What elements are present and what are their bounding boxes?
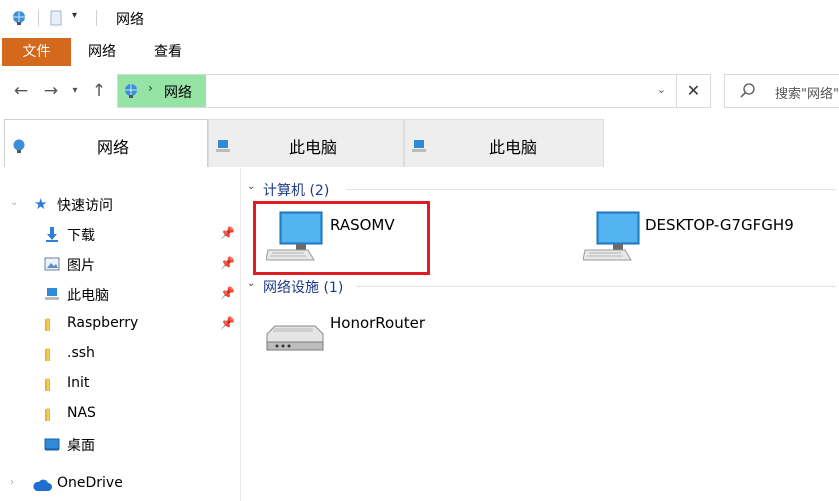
sidebar-item-ssh[interactable]: .ssh [0,340,240,368]
location-tabs: 网络 此电脑 此电脑 [0,116,839,169]
sidebar-item-init[interactable]: Init [0,370,240,398]
sidebar-item-this-pc[interactable]: 此电脑 📌 [0,280,240,308]
folder-icon [44,316,60,336]
address-bar[interactable]: › 网络 ⌄ [117,74,677,108]
sidebar-item-label: Init [67,375,90,391]
sidebar-item-raspberry[interactable]: Raspberry 📌 [0,310,240,338]
computer-icon [215,138,231,158]
sidebar-item-downloads[interactable]: 下载 📌 [0,220,240,248]
pin-icon[interactable]: 📌 [220,286,235,300]
tab-this-pc[interactable]: 此电脑 [208,119,404,167]
group-header-devices[interactable]: 网络设施 (1) [263,277,343,297]
sidebar-item-label: 快速访问 [57,198,113,214]
divider [356,286,836,287]
network-breadcrumb-icon [122,82,140,104]
highlight-box [253,201,430,275]
folder-icon [44,406,60,426]
search-input[interactable]: 搜索"网络" [724,74,839,108]
network-app-icon [10,9,28,31]
cloud-icon [32,477,52,496]
sidebar-item-label: 桌面 [67,438,95,454]
pin-icon[interactable]: 📌 [220,256,235,270]
folder-icon [44,376,60,396]
pin-icon[interactable]: 📌 [220,316,235,330]
sidebar-item-label: OneDrive [57,475,123,491]
chevron-down-icon[interactable]: ⌄ [247,278,255,289]
chevron-down-icon[interactable]: ⌄ [10,197,18,208]
pictures-icon [44,256,60,276]
sidebar-item-label: 图片 [67,258,95,274]
computer-icon [44,286,60,306]
sidebar-item-label: 此电脑 [67,288,109,304]
star-icon: ★ [34,195,48,213]
sidebar-item-pictures[interactable]: 图片 📌 [0,250,240,278]
window-title: 网络 [116,12,144,28]
recent-locations-chevron-icon[interactable]: ▾ [64,80,86,102]
title-bar: ▾ 网络 [0,0,839,36]
ribbon-tab-file[interactable]: 文件 [2,38,71,66]
device-item-honorrouter[interactable]: HonorRouter [263,308,463,368]
computer-icon [582,210,641,270]
breadcrumb-separator-icon[interactable]: › [148,81,153,95]
address-dropdown-chevron-icon[interactable]: ⌄ [657,83,666,96]
chevron-right-icon[interactable]: › [10,477,14,488]
up-arrow-icon[interactable]: ↑ [88,80,110,102]
device-name: HonorRouter [330,314,426,332]
network-icon [11,138,27,158]
customize-toolbar-chevron-icon[interactable]: ▾ [72,10,77,21]
computer-icon [411,138,427,158]
folder-icon [44,346,60,366]
quick-access-toolbar-icon[interactable] [50,10,62,30]
search-icon [739,82,757,104]
chevron-down-icon[interactable]: ⌄ [247,181,255,192]
computer-item-desktop[interactable]: DESKTOP-G7GFGH9 [582,208,813,278]
sidebar-item-desktop[interactable]: 桌面 [0,430,240,458]
tab-network-label: 网络 [97,138,130,157]
close-icon[interactable]: ✕ [677,74,711,108]
navigation-pane: ⌄ ★ 快速访问 下载 📌 图片 📌 此电脑 📌 Raspberry 📌 .ss… [0,168,241,501]
download-arrow-icon [44,226,60,246]
tab-this-pc-label: 此电脑 [289,138,338,157]
computer-name: DESKTOP-G7GFGH9 [645,216,794,234]
sidebar-item-label: .ssh [67,345,95,361]
ribbon-tab-network[interactable]: 网络 [80,38,124,66]
sidebar-item-label: 下载 [67,228,95,244]
tab-network[interactable]: 网络 [4,119,208,167]
pin-icon[interactable]: 📌 [220,226,235,240]
ribbon: 文件 网络 查看 [0,36,839,69]
desktop-icon [44,436,60,456]
sidebar-item-onedrive[interactable]: › OneDrive [0,470,240,498]
forward-arrow-icon[interactable]: → [40,80,62,102]
sidebar-item-quick-access[interactable]: ⌄ ★ 快速访问 [0,190,240,218]
address-breadcrumb-label[interactable]: 网络 [164,82,192,102]
tab-this-pc-2-label: 此电脑 [489,138,538,157]
sidebar-item-label: NAS [67,405,96,421]
divider [346,189,836,190]
back-arrow-icon[interactable]: ← [10,80,32,102]
ribbon-tab-view[interactable]: 查看 [144,38,192,66]
search-placeholder: 搜索"网络" [775,87,839,102]
sidebar-item-nas[interactable]: NAS [0,400,240,428]
address-breadcrumb[interactable]: › 网络 [118,75,206,107]
tab-this-pc-2[interactable]: 此电脑 [404,119,604,167]
group-header-computers[interactable]: 计算机 (2) [263,180,329,200]
sidebar-item-label: Raspberry [67,315,139,331]
router-icon [263,324,325,358]
